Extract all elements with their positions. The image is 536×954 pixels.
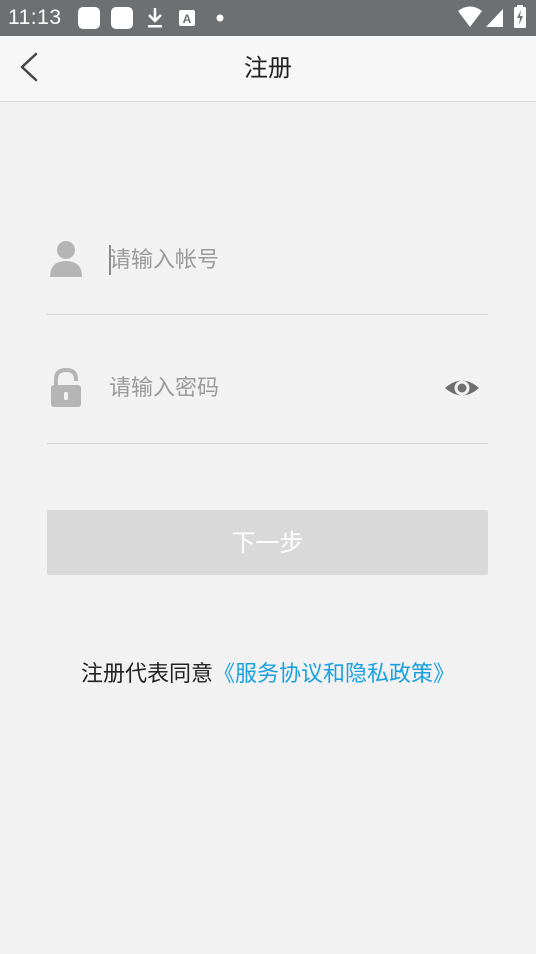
notification-square-icon (78, 7, 100, 29)
password-field[interactable] (47, 351, 488, 425)
chevron-left-icon (20, 52, 38, 82)
agreement-notice: 注册代表同意《服务协议和隐私政策》 (0, 655, 536, 695)
agreement-prefix: 注册代表同意 (80, 662, 213, 687)
dot-icon (216, 14, 224, 22)
privacy-policy-link[interactable]: 《服务协议和隐私政策》 (213, 662, 455, 687)
next-step-button[interactable]: 下一步 (47, 510, 488, 575)
password-input[interactable] (109, 370, 429, 406)
lock-icon (51, 368, 81, 407)
password-divider (47, 443, 488, 444)
signal-icon (486, 9, 503, 27)
battery-charging-icon (514, 5, 526, 28)
text-cursor (109, 245, 111, 275)
password-visibility-toggle[interactable] (444, 370, 480, 406)
page-title: 注册 (244, 54, 292, 82)
account-divider (47, 314, 488, 315)
notification-square-icon (111, 7, 133, 29)
user-icon (50, 241, 82, 277)
font-icon: A (179, 10, 195, 26)
download-icon (148, 8, 162, 28)
wifi-icon (458, 6, 482, 27)
status-time: 11:13 (8, 6, 62, 29)
account-field[interactable] (47, 223, 488, 297)
status-bar: 11:13 A (0, 0, 536, 36)
font-icon-glyph: A (183, 12, 192, 26)
eye-icon (445, 380, 479, 396)
back-button[interactable] (12, 46, 52, 90)
account-input[interactable] (109, 242, 429, 278)
app-bar: 注册 (0, 36, 536, 102)
